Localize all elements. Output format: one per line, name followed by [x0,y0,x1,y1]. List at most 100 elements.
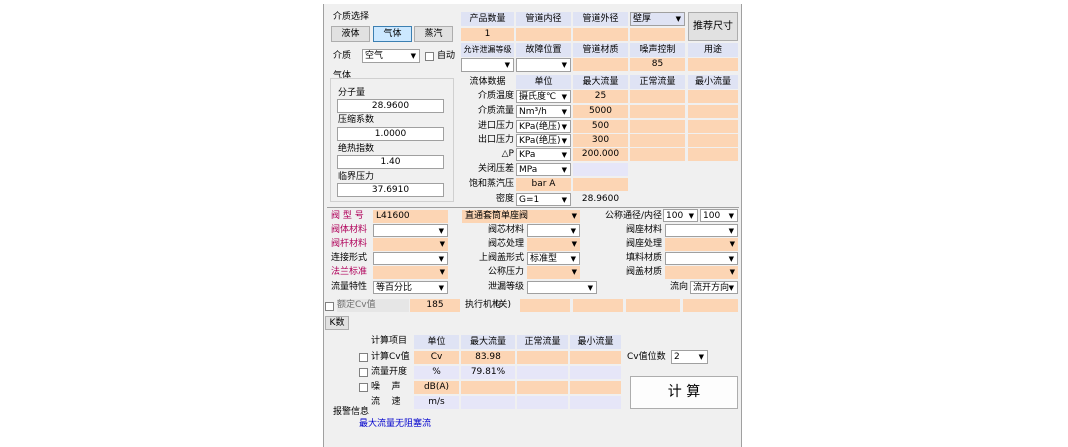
k-button[interactable]: K数 [325,316,349,330]
k-field[interactable]: 1.40 [337,155,444,169]
temp-min[interactable] [688,90,738,103]
pn-field[interactable]: ▼ [527,266,580,279]
compress-field[interactable]: 1.0000 [337,127,444,141]
auto-checkbox[interactable] [425,52,434,61]
medium-select[interactable]: 空气 ▼ [362,49,420,63]
plug-treat-field[interactable]: ▼ [527,238,580,251]
chevron-down-icon: ▼ [728,227,734,235]
connection-select[interactable]: ▼ [373,252,448,265]
actuator-field-3[interactable] [626,299,680,312]
calc-unit-header: 单位 [414,335,459,349]
body-material-select[interactable]: ▼ [373,224,448,237]
cv-digits-label: Cv值位数 [627,352,666,362]
chevron-down-icon: ▼ [675,15,681,23]
seat-treat-field[interactable]: ▼ [665,238,738,251]
calc-velocity-max [461,396,515,409]
calc-cv-checkbox[interactable] [359,353,368,362]
cv-digits-select[interactable]: 2 ▼ [671,350,708,364]
rated-cv-field[interactable]: 185 [410,299,460,312]
leak-level-select[interactable]: ▼ [527,281,597,294]
dp-unit: KPa [519,150,536,160]
density-unit-select[interactable]: G=1 ▼ [516,193,571,206]
steam-button[interactable]: 蒸汽 [414,26,453,42]
seat-material-select[interactable]: ▼ [665,224,738,237]
flow-unit-select[interactable]: Nm³/h ▼ [516,105,571,118]
seat-material-label: 阀座材料 [625,225,662,235]
inlet-p-min[interactable] [688,120,738,133]
rated-cv-label: 额定Cv值 [337,299,409,312]
actuator-field-2[interactable] [573,299,623,312]
flow-dir-select[interactable]: 流开方向 ▼ [690,281,738,294]
inlet-p-unit-select[interactable]: KPa(绝压) ▼ [516,120,571,133]
usage-field[interactable] [688,58,738,71]
dn-select[interactable]: 100 ▼ [663,209,698,222]
density-label: 密度 [495,194,514,204]
liquid-button[interactable]: 液体 [331,26,370,42]
calc-open-checkbox[interactable] [359,368,368,377]
temp-max[interactable]: 25 [573,90,628,103]
bonnet-material-field[interactable]: ▼ [665,266,738,279]
calc-open-normal [517,366,568,379]
pn-label: 公称压力 [487,267,524,277]
inlet-p-max[interactable]: 500 [573,120,628,133]
pipe-od-field[interactable] [573,28,628,41]
temp-unit-select[interactable]: 摄氏度℃ ▼ [516,90,571,103]
inlet-p-normal[interactable] [630,120,685,133]
calc-open-unit: % [414,366,459,379]
chevron-down-icon: ▼ [729,268,735,276]
bonnet-label: 上阀盖形式 [478,253,524,263]
dp-normal[interactable] [630,148,685,161]
recommend-size-button[interactable]: 推荐尺寸 [688,12,738,41]
min-flow-header: 最小流量 [688,75,738,89]
calculate-button[interactable]: 计 算 [630,376,738,409]
outlet-p-unit-select[interactable]: KPa(绝压) ▼ [516,134,571,147]
plug-material-select[interactable]: ▼ [527,224,580,237]
flow-max[interactable]: 5000 [573,105,628,118]
normal-flow-header: 正常流量 [630,75,685,89]
chevron-down-icon: ▼ [561,137,567,145]
packing-select[interactable]: ▼ [665,252,738,265]
noise-control-field[interactable]: 85 [630,58,685,71]
seat-treat-label: 阀座处理 [625,239,662,249]
actuator-field-4[interactable] [683,299,738,312]
pipe-id-field[interactable] [516,28,571,41]
fail-pos-select[interactable]: ▼ [516,58,571,72]
gas-button[interactable]: 气体 [373,26,412,42]
pipe-material-field[interactable] [573,58,628,71]
dp-max[interactable]: 200.000 [573,148,628,161]
valve-type-select[interactable]: 直通套筒单座阀 ▼ [462,210,580,223]
leak-class-select[interactable]: ▼ [461,58,514,72]
outlet-p-normal[interactable] [630,134,685,147]
id-select[interactable]: 100 ▼ [700,209,738,222]
shutoff-max[interactable] [573,163,628,176]
flow-char-select[interactable]: 等百分比 ▼ [373,281,448,294]
stem-material-field[interactable]: ▼ [373,238,448,251]
valve-model-field[interactable]: L41600 [373,210,448,223]
flange-std-field[interactable]: ▼ [373,266,448,279]
temp-normal[interactable] [630,90,685,103]
mw-field[interactable]: 28.9600 [337,99,444,113]
outlet-p-unit: KPa(绝压) [519,136,561,146]
outlet-p-max[interactable]: 300 [573,134,628,147]
wall-select[interactable]: 壁厚 ▼ [630,12,685,26]
usage-header: 用途 [688,43,738,57]
vapor-p-unit[interactable]: bar A [516,178,571,191]
shutoff-unit-select[interactable]: MPa ▼ [516,163,571,176]
flow-min[interactable] [688,105,738,118]
chevron-down-icon: ▼ [729,240,735,248]
vapor-p-max[interactable] [573,178,628,191]
dp-min[interactable] [688,148,738,161]
qty-field[interactable]: 1 [461,28,514,41]
pc-field[interactable]: 37.6910 [337,183,444,197]
bonnet-select[interactable]: 标准型 ▼ [527,252,580,265]
temp-unit: 摄氏度℃ [519,92,557,102]
rated-cv-checkbox[interactable] [325,302,334,311]
dp-unit-select[interactable]: KPa ▼ [516,148,571,161]
flow-normal[interactable] [630,105,685,118]
outlet-p-label: 出口压力 [477,135,514,145]
pipe-id-header: 管道内径 [516,12,571,26]
wall-field[interactable] [630,28,685,41]
calc-noise-checkbox[interactable] [359,383,368,392]
actuator-field-1[interactable] [520,299,570,312]
outlet-p-min[interactable] [688,134,738,147]
